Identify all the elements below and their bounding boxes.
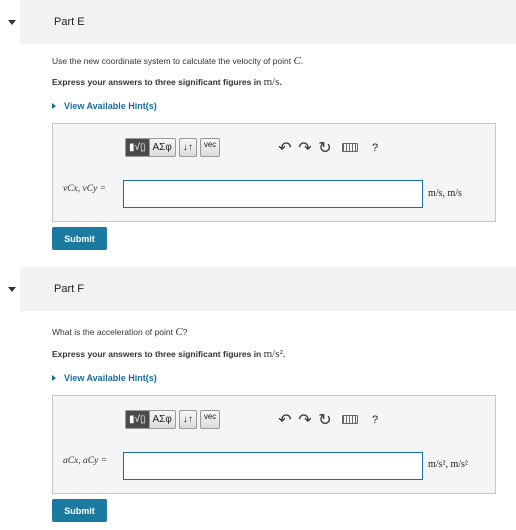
part-e-answer-input[interactable]: [123, 180, 423, 208]
undo-icon[interactable]: ↶: [275, 138, 295, 157]
caret-down-icon: [8, 20, 16, 25]
reset-icon[interactable]: ↻: [315, 138, 335, 157]
toolbar-actions: ↶ ↷ ↻ ?: [275, 410, 385, 429]
chevron-right-icon: [52, 375, 56, 381]
templates-button[interactable]: ▮√▯ ΑΣφ: [125, 138, 176, 157]
caret-down-icon: [8, 287, 16, 292]
part-e-submit-button[interactable]: Submit: [52, 227, 107, 250]
part-f-hints-link[interactable]: View Available Hint(s): [52, 373, 157, 383]
keyboard-icon[interactable]: [335, 410, 365, 429]
part-f-title: Part F: [54, 283, 84, 295]
part-e-title: Part E: [54, 16, 85, 28]
math-toolbar: ▮√▯ ΑΣφ ↓↑ vec: [125, 410, 223, 429]
chevron-right-icon: [52, 103, 56, 109]
part-f-answer-input[interactable]: [123, 452, 423, 480]
math-toolbar: ▮√▯ ΑΣφ ↓↑ vec: [125, 138, 223, 157]
help-icon[interactable]: ?: [365, 410, 385, 429]
part-f-instruction: Express your answers to three significan…: [52, 348, 286, 360]
keyboard-icon[interactable]: [335, 138, 365, 157]
part-e-hints-link[interactable]: View Available Hint(s): [52, 101, 157, 111]
vec-button[interactable]: vec: [199, 410, 221, 429]
part-e-header[interactable]: Part E: [8, 0, 516, 44]
vec-button[interactable]: vec: [199, 138, 221, 157]
part-f-header[interactable]: Part F: [8, 267, 516, 311]
part-e-unit: m/s, m/s: [428, 188, 462, 199]
template-icon: ▮√▯: [126, 139, 149, 156]
greek-symbols-button[interactable]: ΑΣφ: [148, 411, 175, 428]
part-e-input-label: vCx, vCy =: [63, 184, 107, 194]
toolbar-actions: ↶ ↷ ↻ ?: [275, 138, 385, 157]
arrows-button[interactable]: ↓↑: [178, 138, 197, 157]
templates-button[interactable]: ▮√▯ ΑΣφ: [125, 410, 176, 429]
greek-symbols-button[interactable]: ΑΣφ: [148, 139, 175, 156]
reset-icon[interactable]: ↻: [315, 410, 335, 429]
part-f-input-label: aCx, aCy =: [63, 456, 108, 466]
template-icon: ▮√▯: [126, 411, 149, 428]
arrows-button[interactable]: ↓↑: [178, 410, 197, 429]
part-f-submit-button[interactable]: Submit: [52, 499, 107, 522]
redo-icon[interactable]: ↷: [295, 138, 315, 157]
help-icon[interactable]: ?: [365, 138, 385, 157]
part-e-instruction: Express your answers to three significan…: [52, 76, 282, 88]
part-f-unit: m/s², m/s²: [428, 459, 468, 470]
part-e-question: Use the new coordinate system to calcula…: [52, 55, 304, 67]
undo-icon[interactable]: ↶: [275, 410, 295, 429]
redo-icon[interactable]: ↷: [295, 410, 315, 429]
part-f-question: What is the acceleration of point C?: [52, 326, 188, 338]
part-f-answer-box: ▮√▯ ΑΣφ ↓↑ vec ↶ ↷ ↻ ? aCx, aCy = m/s², …: [52, 395, 496, 494]
part-e-answer-box: ▮√▯ ΑΣφ ↓↑ vec ↶ ↷ ↻ ? vCx, vCy = m/s, m…: [52, 123, 496, 222]
